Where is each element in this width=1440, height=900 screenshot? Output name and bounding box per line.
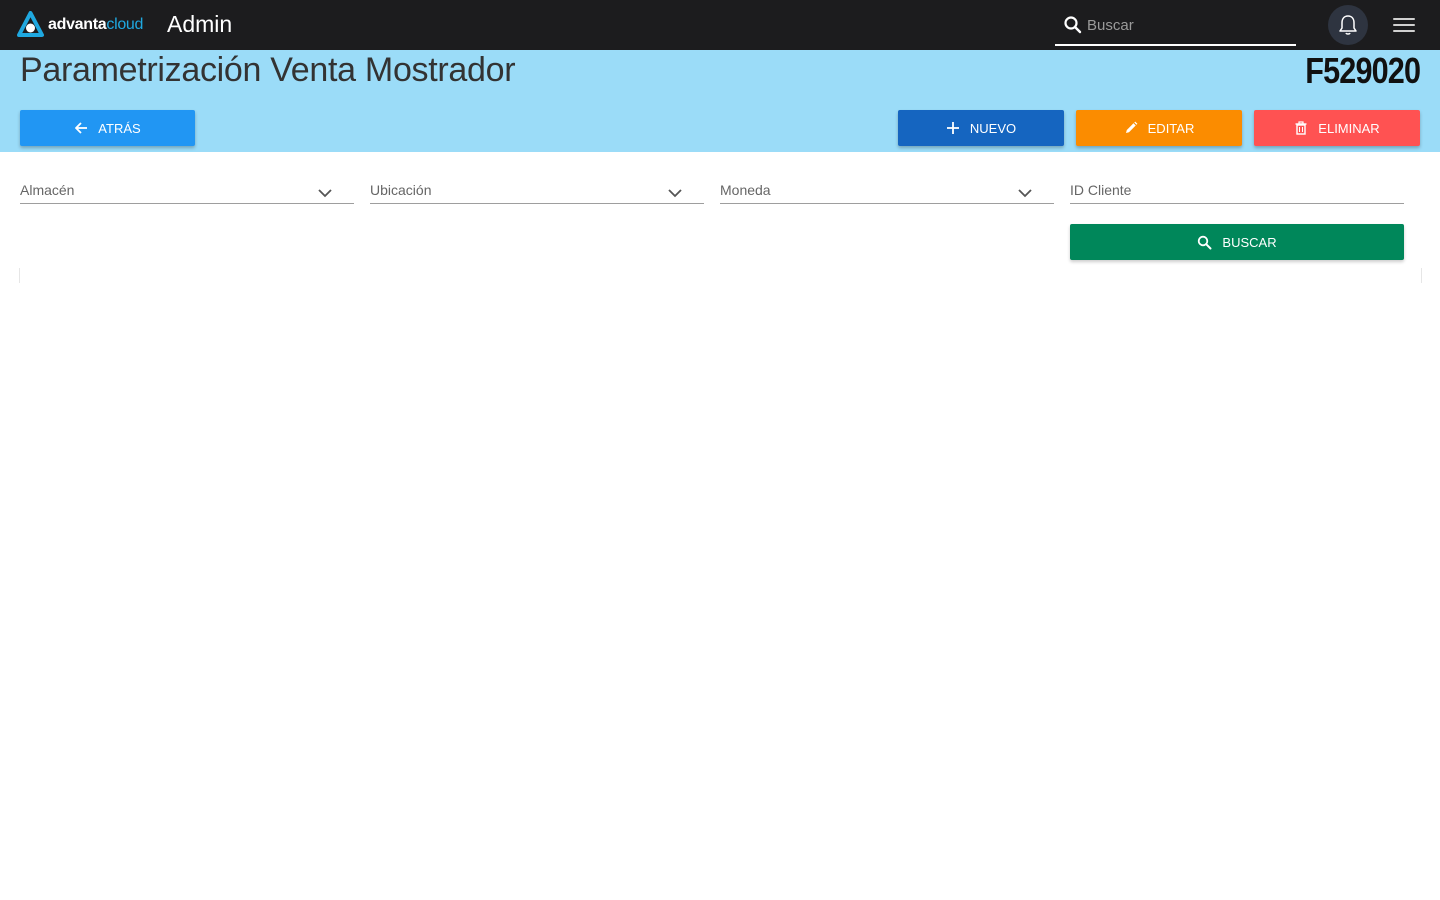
warehouse-label: Almacén — [20, 182, 75, 198]
search-input[interactable] — [1087, 13, 1287, 37]
global-search — [1055, 5, 1296, 46]
back-button[interactable]: ATRÁS — [20, 110, 195, 146]
client-id-label: ID Cliente — [1070, 182, 1132, 198]
notifications-button[interactable] — [1328, 5, 1368, 45]
form-code: F529020 — [1305, 50, 1421, 91]
chevron-down-icon — [1018, 189, 1032, 198]
location-select[interactable]: Ubicación — [370, 178, 704, 204]
chevron-down-icon — [668, 189, 682, 198]
search-button[interactable]: BUSCAR — [1070, 224, 1404, 260]
search-icon — [1198, 235, 1212, 249]
trash-icon — [1295, 121, 1307, 135]
logo-word-accent: cloud — [106, 16, 144, 33]
arrow-left-icon — [75, 122, 88, 134]
hamburger-menu-icon[interactable] — [1393, 15, 1415, 35]
client-id-input[interactable]: ID Cliente — [1070, 178, 1404, 204]
delete-button[interactable]: ELIMINAR — [1254, 110, 1420, 146]
advantacloud-logo[interactable]: advantacloud — [16, 11, 143, 39]
new-button-label: NUEVO — [969, 120, 1017, 136]
search-button-label: BUSCAR — [1222, 234, 1277, 250]
currency-label: Moneda — [720, 182, 771, 198]
chevron-down-icon — [318, 189, 332, 198]
top-navigation-bar: advantacloud Admin — [0, 0, 1440, 50]
bell-icon — [1339, 15, 1357, 35]
results-table-area — [19, 268, 1422, 283]
edit-button[interactable]: EDITAR — [1076, 110, 1242, 146]
location-label: Ubicación — [370, 182, 432, 198]
currency-select[interactable]: Moneda — [720, 178, 1054, 204]
logo-icon — [17, 11, 44, 37]
back-button-label: ATRÁS — [98, 120, 141, 136]
new-button[interactable]: NUEVO — [898, 110, 1064, 146]
search-icon — [1064, 16, 1082, 34]
plus-icon — [946, 122, 959, 134]
logo-word-main: advanta — [48, 16, 107, 33]
app-title: Admin — [167, 11, 233, 37]
page-title: Parametrización Venta Mostrador — [20, 51, 516, 89]
warehouse-select[interactable]: Almacén — [20, 178, 354, 204]
edit-button-label: EDITAR — [1147, 120, 1195, 136]
delete-button-label: ELIMINAR — [1318, 120, 1380, 136]
pencil-icon — [1125, 121, 1138, 133]
